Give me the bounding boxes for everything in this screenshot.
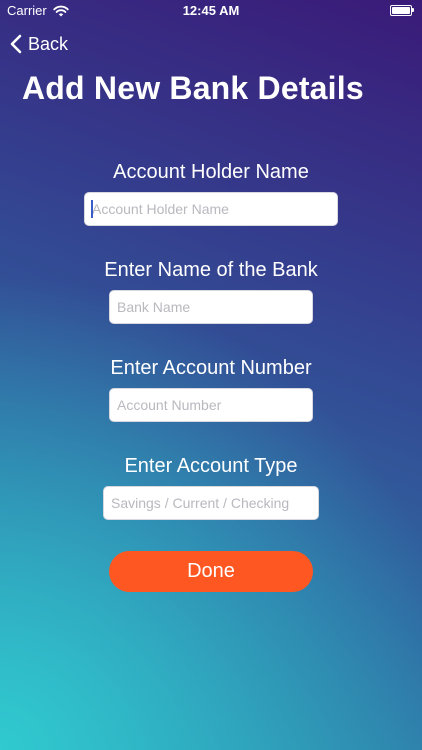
- chevron-left-icon: [10, 34, 22, 54]
- account-type-label: Enter Account Type: [124, 455, 298, 477]
- account-holder-label: Account Holder Name: [113, 161, 309, 183]
- account-type-input[interactable]: [103, 486, 319, 520]
- status-bar: Carrier 12:45 AM: [0, 0, 422, 22]
- back-label: Back: [28, 33, 69, 54]
- bank-name-input[interactable]: [109, 290, 313, 324]
- battery-icon: [390, 5, 414, 16]
- account-number-input[interactable]: [109, 388, 313, 422]
- bank-name-label: Enter Name of the Bank: [104, 259, 318, 281]
- account-number-label: Enter Account Number: [110, 357, 312, 379]
- bank-details-screen: Carrier 12:45 AM Back Add New Bank Detai…: [0, 0, 422, 750]
- page-title: Add New Bank Details: [22, 70, 364, 106]
- done-button[interactable]: Done: [109, 551, 313, 592]
- back-button[interactable]: Back: [10, 30, 68, 58]
- account-holder-input[interactable]: [84, 192, 338, 226]
- text-cursor: [91, 200, 93, 218]
- status-time: 12:45 AM: [182, 3, 240, 18]
